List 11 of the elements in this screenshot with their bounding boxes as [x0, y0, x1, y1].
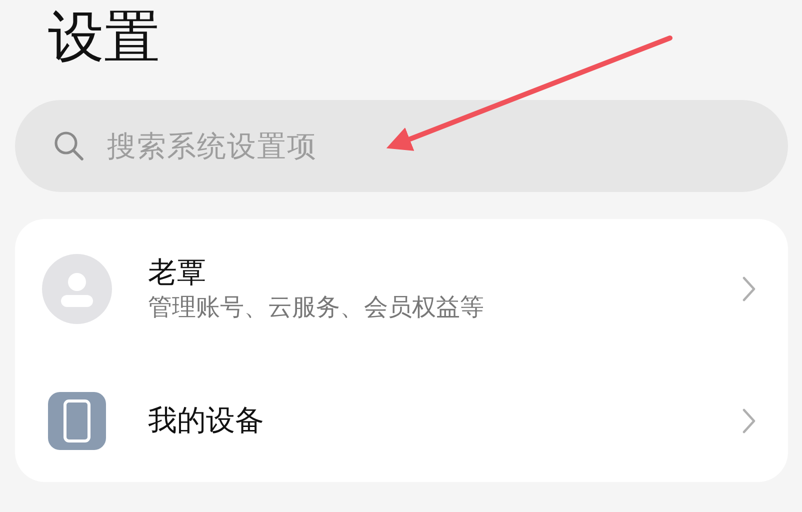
avatar-icon [42, 254, 112, 324]
row-title: 老覃 [148, 255, 207, 290]
phone-icon [48, 392, 106, 450]
row-title: 我的设备 [148, 403, 265, 438]
settings-row[interactable]: 老覃 管理账号、云服务、会员权益等 [42, 219, 788, 359]
settings-row[interactable]: 我的设备 [42, 359, 788, 482]
chevron-icon [742, 408, 756, 434]
row-subtitle: 管理账号、云服务、会员权益等 [148, 292, 485, 323]
page-title: 设置 [48, 10, 160, 66]
search-field[interactable]: 搜索系统设置项 [15, 100, 788, 192]
chevron-icon [742, 276, 756, 302]
